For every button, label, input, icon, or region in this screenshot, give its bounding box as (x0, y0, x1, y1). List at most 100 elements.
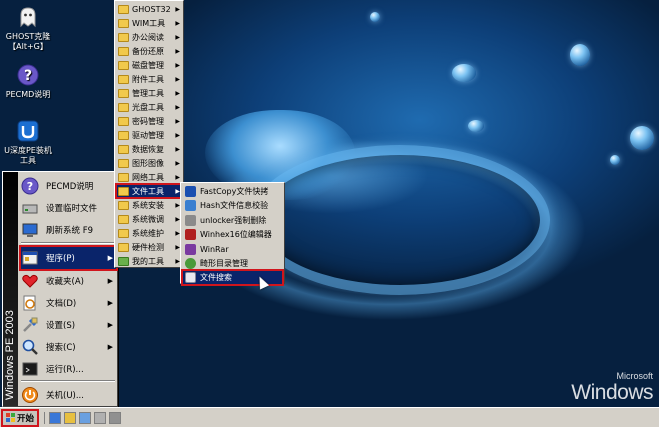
program-item[interactable]: 硬件检测 ▶ (116, 240, 183, 254)
tool-item-unlocker[interactable]: unlocker强制删除 (182, 213, 283, 228)
quick-launch-network-icon[interactable] (79, 411, 92, 424)
svg-text:?: ? (27, 180, 33, 193)
submenu-arrow-icon: ▶ (175, 33, 180, 41)
folder-icon (118, 60, 129, 70)
program-item[interactable]: GHOST32 ▶ (116, 2, 183, 16)
program-item[interactable]: WIM工具 ▶ (116, 16, 183, 30)
search-icon (20, 337, 40, 357)
program-item-label: 网络工具 (132, 172, 164, 182)
submenu-arrow-icon: ▶ (107, 299, 113, 307)
start-item-run[interactable]: 运行(R)... (20, 357, 117, 381)
program-item[interactable]: 我的工具 ▶ (116, 254, 183, 268)
program-item[interactable]: 光盘工具 ▶ (116, 100, 183, 114)
water-drop (610, 155, 620, 165)
folder-icon (118, 186, 129, 196)
program-item-label: 附件工具 (132, 74, 164, 84)
file-search-icon (185, 271, 196, 283)
start-menu-banner-text: Windows PE 2003 (4, 310, 16, 400)
desktop-icon-pecmd[interactable]: ? PECMD说明 (0, 62, 56, 100)
start-item-shutdown[interactable]: 关机(U)... (20, 383, 117, 407)
program-item-label: 管理工具 (132, 88, 164, 98)
program-item[interactable]: 磁盘管理 ▶ (116, 58, 183, 72)
submenu-arrow-icon: ▶ (107, 254, 113, 262)
quick-launch-desktop-icon[interactable] (49, 411, 62, 424)
ghost-icon (15, 4, 41, 30)
file-tools-submenu: FastCopy文件快拷 Hash文件信息校验 unlocker强制删除 Win… (180, 182, 285, 286)
submenu-arrow-icon: ▶ (175, 159, 180, 167)
folder-icon (118, 172, 129, 182)
unlocker-icon (185, 214, 196, 226)
start-item-label: 关机(U)... (46, 391, 84, 401)
submenu-arrow-icon: ▶ (175, 145, 180, 153)
watermark-microsoft: Microsoft (616, 371, 653, 381)
quick-launch-explorer-icon[interactable] (64, 411, 77, 424)
folder-icon (118, 130, 129, 140)
menu-separator (21, 242, 115, 244)
program-item[interactable]: 办公阅读 ▶ (116, 30, 183, 44)
program-item[interactable]: 网络工具 ▶ (116, 170, 183, 184)
submenu-arrow-icon: ▶ (175, 75, 180, 83)
submenu-arrow-icon: ▶ (175, 19, 180, 27)
submenu-arrow-icon: ▶ (175, 5, 180, 13)
program-item[interactable]: 驱动管理 ▶ (116, 128, 183, 142)
winhex-icon (185, 229, 196, 241)
tool-item-fastcopy[interactable]: FastCopy文件快拷 (182, 184, 283, 199)
program-item-label: 系统维护 (132, 228, 164, 238)
water-drop (370, 12, 380, 22)
program-item[interactable]: 附件工具 ▶ (116, 72, 183, 86)
run-icon (20, 359, 40, 379)
program-item[interactable]: 系统微调 ▶ (116, 212, 183, 226)
start-item-favorites[interactable]: 收藏夹(A) ▶ (20, 269, 117, 293)
program-item-file-tools[interactable]: 文件工具 ▶ (115, 183, 184, 199)
tool-item-winhex[interactable]: Winhex16位编辑器 (182, 228, 283, 243)
water-ring (250, 145, 550, 295)
start-item-settings[interactable]: 设置(S) ▶ (20, 313, 117, 337)
program-item[interactable]: 数据恢复 ▶ (116, 142, 183, 156)
svg-text:?: ? (24, 68, 32, 84)
start-item-pecmd[interactable]: ? PECMD说明 (20, 174, 117, 198)
folder-icon (118, 88, 129, 98)
program-item-label: 数据恢复 (132, 144, 164, 154)
program-item[interactable]: 备份还原 ▶ (116, 44, 183, 58)
folder-icon (118, 214, 129, 224)
start-item-documents[interactable]: 文档(D) ▶ (20, 291, 117, 315)
start-item-search[interactable]: 搜索(C) ▶ (20, 335, 117, 359)
program-item-label: 驱动管理 (132, 130, 164, 140)
tool-item-label: 文件搜索 (200, 272, 232, 282)
start-item-label: 收藏夹(A) (46, 277, 84, 287)
tool-item-winrar[interactable]: WinRar (182, 242, 283, 257)
udeep-installer-icon (15, 118, 41, 144)
folder-icon (118, 144, 129, 154)
program-item[interactable]: 系统安装 ▶ (116, 198, 183, 212)
quick-launch-tools-icon[interactable] (94, 411, 107, 424)
start-item-label: 运行(R)... (46, 365, 84, 375)
start-item-label: 设置(S) (46, 321, 76, 331)
desktop-icon-label: 工具 (20, 156, 36, 165)
desktop-icon-label: 【Alt+G】 (8, 42, 48, 51)
program-item[interactable]: 系统维护 ▶ (116, 226, 183, 240)
program-item[interactable]: 密码管理 ▶ (116, 114, 183, 128)
question-icon: ? (15, 62, 41, 88)
start-item-label: 设置临时文件 (46, 204, 98, 214)
tool-item-hash[interactable]: Hash文件信息校验 (182, 199, 283, 214)
program-item-label: 备份还原 (132, 46, 164, 56)
desktop-icon-udeep[interactable]: U深度PE装机 工具 (0, 118, 56, 166)
tool-item-label: WinRar (200, 244, 229, 254)
tool-item-dir-manager[interactable]: 畸形目录管理 (182, 257, 283, 272)
program-item[interactable]: 管理工具 ▶ (116, 86, 183, 100)
program-item-label: 办公阅读 (132, 32, 164, 42)
start-item-temp-files[interactable]: 设置临时文件 (20, 196, 117, 220)
shutdown-icon (20, 385, 40, 405)
tool-item-label: FastCopy文件快拷 (200, 186, 269, 196)
watermark-windows: Windows (571, 381, 653, 404)
program-item[interactable]: 图形图像 ▶ (116, 156, 183, 170)
folder-icon (118, 200, 129, 210)
desktop-icon-ghost[interactable]: GHOST克隆 【Alt+G】 (0, 4, 56, 52)
tools-icon (118, 256, 129, 266)
submenu-arrow-icon: ▶ (175, 117, 180, 125)
start-item-programs[interactable]: 程序(P) ▶ (19, 245, 118, 271)
quick-launch-pen-icon[interactable] (109, 411, 122, 424)
start-item-label: 程序(P) (46, 254, 75, 264)
start-button[interactable]: 开始 (0, 408, 40, 427)
start-item-refresh[interactable]: 刷新系统 F9 (20, 218, 117, 242)
